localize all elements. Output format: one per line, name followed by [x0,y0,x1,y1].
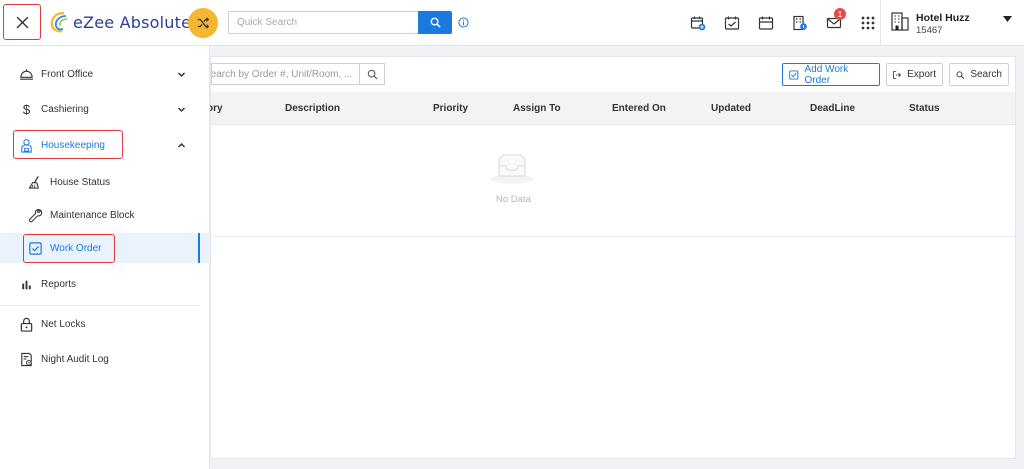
shuffle-icon [197,17,210,29]
quick-search-button[interactable] [418,11,452,34]
bar-chart-icon [18,276,34,292]
add-checkbox-icon [789,69,799,80]
sidebar-item-label: Maintenance Block [50,209,135,221]
app-logo-text: eZee Absolute [73,12,192,32]
building-badge-icon [793,15,807,31]
close-icon [16,16,28,28]
column-header-updated[interactable]: Updated [711,103,751,114]
broom-icon [27,174,43,190]
sidebar-item-house-status[interactable]: House Status [0,167,210,197]
wrench-icon [27,207,43,223]
chevron-up-icon [177,142,186,148]
hotel-code: 15467 [916,25,943,36]
sidebar-item-maintenance-block[interactable]: Maintenance Block [0,200,210,230]
hotel-name[interactable]: Hotel Huzz [916,12,970,24]
chevron-down-icon [177,106,186,112]
housekeeper-icon [18,137,34,153]
sidebar-item-net-locks[interactable]: Net Locks [0,309,210,339]
search-icon [430,17,441,28]
empty-inbox-icon [490,154,534,184]
column-header-priority[interactable]: Priority [433,103,468,114]
column-header-status[interactable]: Status [909,103,940,114]
log-icon [18,351,34,367]
checkbox-icon [27,240,43,256]
work-order-search-input[interactable] [211,63,359,85]
export-button[interactable]: Export [886,63,943,86]
info-icon[interactable] [458,17,469,28]
sidebar-item-work-order[interactable]: Work Order [0,233,210,263]
search-label: Search [970,69,1002,80]
lock-icon [18,316,34,332]
search-icon [956,70,965,79]
work-order-panel: Add Work Order Export Search ory Descrip… [207,56,1016,459]
app-logo[interactable]: eZee Absolute [50,11,191,33]
calendar-icon [758,16,774,30]
no-data-text: No Data [496,194,531,205]
top-header: eZee Absolute 1 [0,0,1024,46]
work-order-table-header: ory Description Priority Assign To Enter… [207,92,1015,125]
svg-text:$: $ [22,102,30,117]
ezee-logo-icon [50,11,68,33]
grid-apps-icon [861,16,875,30]
bell-tray-icon [18,66,34,82]
sidebar-item-front-office[interactable]: Front Office [0,59,210,89]
sidebar-item-label: Reports [41,278,77,290]
switch-property-button[interactable] [188,8,218,38]
property-status-button[interactable] [783,13,817,33]
sidebar-item-reports[interactable]: Reports [0,269,210,299]
search-button[interactable]: Search [949,63,1009,86]
sidebar-item-label: Housekeeping [41,139,105,151]
quick-search-input[interactable] [228,11,418,34]
search-icon [367,69,378,80]
sidebar-item-label: Night Audit Log [41,353,109,365]
new-reservation-button[interactable] [681,13,715,33]
chevron-down-icon [177,71,186,77]
sidebar-item-cashiering[interactable]: $ Cashiering [0,94,210,124]
add-work-order-label: Add Work Order [804,63,849,86]
export-icon [893,70,902,79]
table-divider [211,236,1015,237]
close-menu-button[interactable] [3,4,41,40]
header-divider [880,0,881,46]
calendar-button[interactable] [749,13,783,33]
sidebar-item-label: House Status [50,176,111,188]
dollar-icon: $ [18,101,34,117]
column-header-description[interactable]: Description [285,103,340,114]
column-header-entered-on[interactable]: Entered On [612,103,666,114]
column-header-assign-to[interactable]: Assign To [513,103,561,114]
sidebar-item-label: Net Locks [41,318,86,330]
sidebar-item-housekeeping[interactable]: Housekeeping [0,130,210,160]
calendar-add-icon [690,16,706,31]
check-in-button[interactable] [715,13,749,33]
messages-button[interactable]: 1 [817,8,851,33]
sidebar-item-night-audit-log[interactable]: Night Audit Log [0,344,210,374]
calendar-check-icon [724,16,740,30]
sidebar-divider [0,305,200,306]
sidebar-item-label: Work Order [50,242,102,254]
hotel-building-icon [891,12,909,31]
sidebar-item-label: Cashiering [41,103,89,115]
sidebar-item-label: Front Office [41,68,94,80]
notification-badge: 1 [834,8,846,20]
export-label: Export [907,69,936,80]
work-order-search-button[interactable] [359,63,385,85]
caret-down-icon[interactable] [1003,16,1012,22]
add-work-order-button[interactable]: Add Work Order [782,63,880,86]
sidebar-menu: Front Office $ Cashiering Housekeeping H… [0,46,210,469]
column-header-deadline[interactable]: DeadLine [810,103,855,114]
header-shortcuts: 1 [681,8,885,33]
